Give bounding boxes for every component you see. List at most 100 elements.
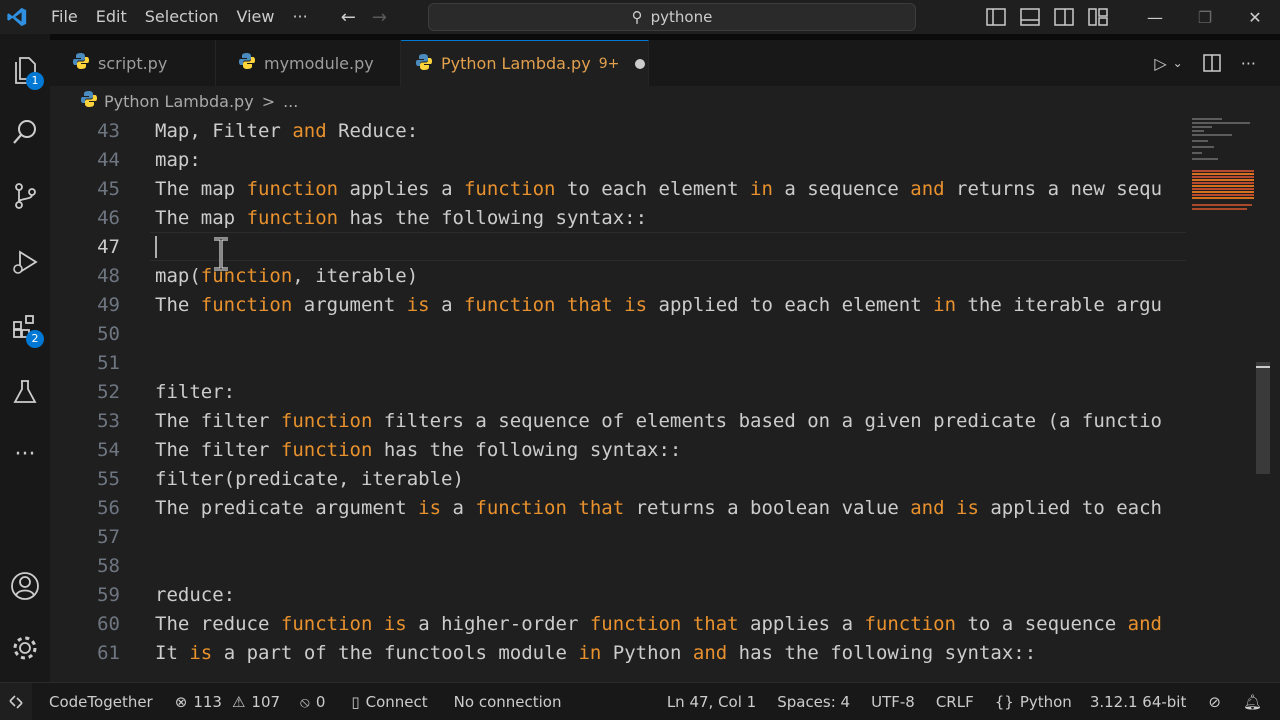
restore-icon[interactable]: ❐ — [1180, 0, 1230, 34]
language-mode-status[interactable]: {} Python — [995, 693, 1072, 711]
status-bar: CodeTogether ⊗ 113 ⚠ 107 ⦸ 0 ▯ Connect N… — [0, 682, 1280, 720]
code-line: 54 The filter function has the following … — [50, 435, 1230, 464]
cursor-position-marker — [1256, 366, 1270, 384]
extensions-icon[interactable]: 2 — [0, 302, 50, 350]
manage-gear-icon[interactable] — [0, 624, 50, 672]
code-line: 51 — [97, 351, 120, 374]
python-file-icon — [238, 52, 256, 74]
code-text: The reduce function is a higher-order fu… — [155, 612, 1162, 635]
tab-label: Python Lambda.py — [441, 54, 591, 73]
vscode-logo-icon — [2, 0, 32, 34]
menu-file[interactable]: File — [42, 0, 87, 34]
code-line: 61 It is a part of the functools module i… — [50, 638, 1230, 667]
mouse-ibeam-cursor-icon — [214, 237, 228, 271]
code-line: 52 filter: — [50, 377, 1230, 406]
editor-tab-bar: script.py mymodule.py Python Lambda.py 9… — [50, 40, 1280, 86]
explorer-badge: 1 — [26, 72, 44, 90]
minimap[interactable] — [1186, 116, 1256, 682]
code-line: 58 — [97, 554, 120, 577]
menu-selection[interactable]: Selection — [136, 0, 228, 34]
code-text: The predicate argument is a function tha… — [155, 496, 1162, 519]
source-control-icon[interactable] — [0, 172, 50, 220]
back-arrow-icon[interactable]: ← — [341, 7, 356, 28]
ports-status[interactable]: ⦸ 0 — [300, 693, 325, 711]
code-line: 60 The reduce function is a higher-order … — [50, 609, 1230, 638]
menu-more[interactable]: ··· — [283, 0, 316, 34]
code-line: 46 The map function has the following syn… — [50, 203, 1230, 232]
customize-layout-icon[interactable] — [1088, 8, 1108, 26]
breadcrumb-file[interactable]: Python Lambda.py — [104, 92, 254, 111]
code-line: 50 — [97, 322, 120, 345]
minimize-icon[interactable]: — — [1130, 0, 1180, 34]
code-text: filter: — [155, 380, 236, 403]
python-file-icon — [72, 52, 90, 74]
history-navigation: ← → — [341, 7, 387, 28]
indentation-status[interactable]: Spaces: 4 — [777, 693, 850, 711]
activity-bar: 1 2 ··· — [0, 34, 50, 682]
toggle-secondary-sidebar-icon[interactable] — [1054, 8, 1074, 26]
code-line: 55 filter(predicate, iterable) — [50, 464, 1230, 493]
error-icon: ⊗ — [174, 692, 188, 711]
code-editor[interactable]: 43 Map, Filter and Reduce: 44 map: 45 The m… — [50, 116, 1280, 682]
code-text: map: — [155, 148, 201, 171]
menu-edit[interactable]: Edit — [87, 0, 136, 34]
python-file-icon — [80, 90, 98, 112]
unsaved-dot-icon[interactable] — [635, 58, 646, 69]
code-text: reduce: — [155, 583, 236, 606]
code-text: The map function has the following synta… — [155, 206, 648, 229]
breadcrumb-separator: > — [261, 91, 276, 111]
interpreter-status[interactable]: 3.12.1 64-bit — [1090, 693, 1187, 711]
code-line: 49 The function argument is a function th… — [50, 290, 1230, 319]
forward-arrow-icon[interactable]: → — [372, 7, 387, 28]
breadcrumb-symbols[interactable]: ... — [283, 92, 298, 111]
tab-label: script.py — [98, 53, 168, 73]
search-view-icon[interactable] — [0, 108, 50, 156]
menu-view[interactable]: View — [228, 0, 284, 34]
split-editor-icon[interactable] — [1202, 54, 1221, 72]
code-text: The map function applies a function to e… — [155, 177, 1163, 200]
more-actions-icon[interactable]: ··· — [1241, 54, 1256, 73]
accounts-icon[interactable] — [0, 562, 50, 610]
copilot-disabled-icon[interactable]: ⊘ — [1208, 693, 1221, 711]
tab-python-lambda-py[interactable]: Python Lambda.py 9+ — [401, 40, 649, 86]
tab-mymodule-py[interactable]: mymodule.py — [216, 40, 401, 86]
code-line: 53 The filter function filters a sequence… — [50, 406, 1230, 435]
close-icon[interactable]: ✕ — [1230, 0, 1280, 34]
toggle-primary-sidebar-icon[interactable] — [986, 8, 1006, 26]
code-text: The function argument is a function that… — [155, 293, 1162, 316]
testing-flask-icon[interactable] — [0, 368, 50, 416]
warning-icon: ⚠ — [231, 692, 246, 711]
layout-controls — [986, 0, 1108, 34]
connection-status[interactable]: No connection — [454, 693, 562, 711]
run-debug-icon[interactable] — [0, 238, 50, 286]
remote-window-icon[interactable] — [0, 682, 32, 720]
code-text: The filter function filters a sequence o… — [155, 409, 1162, 432]
database-icon: ▯ — [351, 692, 360, 711]
python-file-icon — [415, 53, 433, 75]
run-dropdown-chevron-icon[interactable]: ⌄ — [1173, 56, 1183, 70]
code-line: 59 reduce: — [50, 580, 1230, 609]
braces-icon: {} — [994, 692, 1014, 711]
cursor-position-status[interactable]: Ln 47, Col 1 — [667, 693, 756, 711]
breadcrumb: Python Lambda.py > ... — [50, 86, 1280, 116]
title-bar: File Edit Selection View ··· ← → ⚲ pytho… — [0, 0, 1280, 34]
command-center-search[interactable]: ⚲ pythone — [428, 3, 916, 31]
codetogether-status[interactable]: CodeTogether — [49, 693, 153, 711]
ports-icon: ⦸ — [300, 692, 310, 711]
encoding-status[interactable]: UTF-8 — [871, 693, 915, 711]
vertical-scrollbar[interactable] — [1256, 116, 1280, 682]
code-line: 56 The predicate argument is a function t… — [50, 493, 1230, 522]
connect-status[interactable]: ▯ Connect — [351, 693, 427, 711]
warning-count: 107 — [251, 692, 281, 711]
tab-script-py[interactable]: script.py — [50, 40, 216, 86]
problems-status[interactable]: ⊗ 113 ⚠ 107 — [175, 693, 280, 711]
search-icon: ⚲ — [631, 8, 643, 26]
search-text: pythone — [650, 8, 713, 26]
eol-status[interactable]: CRLF — [936, 693, 974, 711]
more-views-icon[interactable]: ··· — [0, 430, 50, 478]
run-python-file-icon[interactable]: ▷ — [1154, 54, 1166, 73]
notifications-bell-icon[interactable]: 🔔︎ — [1243, 693, 1262, 711]
toggle-panel-icon[interactable] — [1020, 8, 1040, 26]
code-line: 57 — [97, 525, 120, 548]
explorer-icon[interactable]: 1 — [0, 46, 50, 94]
